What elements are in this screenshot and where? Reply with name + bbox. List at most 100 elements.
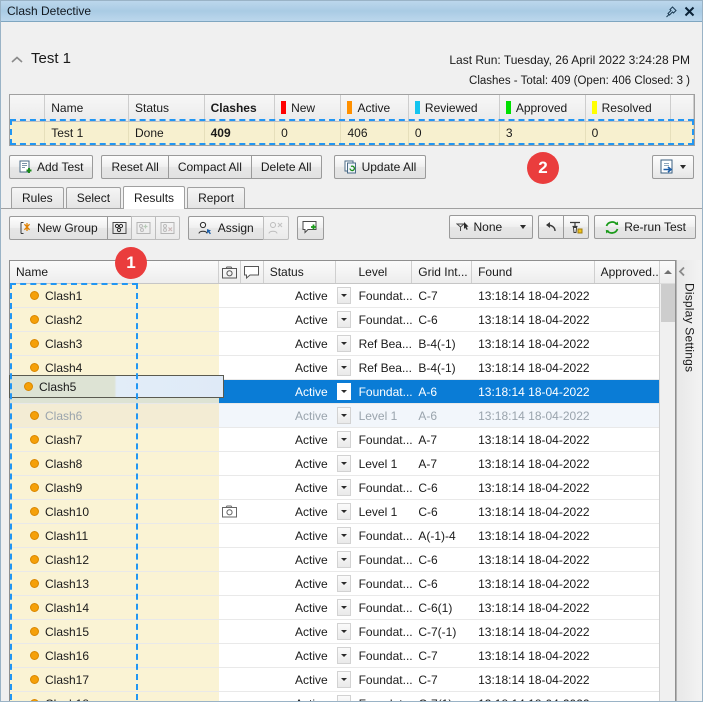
chevron-down-icon[interactable]	[337, 311, 351, 328]
cell-found[interactable]: 13:18:14 18-04-2022	[472, 524, 595, 547]
cell-name[interactable]: Clash10	[10, 500, 219, 523]
tests-table-row[interactable]: Test 1Done4090406030	[10, 121, 694, 145]
cell-camera[interactable]	[219, 452, 241, 475]
status-dropdown-button[interactable]	[336, 572, 353, 595]
chevron-down-icon[interactable]	[337, 575, 351, 592]
cell-name[interactable]: Clash6	[10, 404, 219, 427]
chevron-left-icon[interactable]	[677, 266, 702, 277]
scrollbar-thumb[interactable]	[661, 284, 675, 322]
close-icon[interactable]	[680, 3, 698, 19]
new-group-button[interactable]: New Group	[9, 216, 108, 240]
tests-cell[interactable]	[671, 121, 694, 145]
update-all-button[interactable]: Update All	[334, 155, 427, 179]
cell-status[interactable]: Active	[264, 548, 336, 571]
tab-select[interactable]: Select	[66, 187, 121, 208]
cell-name[interactable]: Clash12	[10, 548, 219, 571]
tests-column-header-name[interactable]: Name	[45, 95, 129, 121]
cell-status[interactable]: Active	[264, 284, 336, 307]
cell-comment[interactable]	[241, 356, 263, 379]
cell-camera[interactable]	[219, 308, 241, 331]
tab-rules[interactable]: Rules	[11, 187, 64, 208]
chevron-down-icon[interactable]	[337, 407, 351, 424]
cell-level[interactable]: Ref Bea...	[353, 332, 413, 355]
table-row[interactable]: Clash1ActiveFoundat...C-713:18:14 18-04-…	[10, 284, 675, 308]
table-row[interactable]: Clash17ActiveFoundat...C-713:18:14 18-04…	[10, 668, 675, 692]
group-selection-button[interactable]	[107, 216, 132, 240]
scroll-up-button[interactable]	[660, 261, 675, 284]
cell-grid-intersection[interactable]: C-7	[412, 644, 472, 667]
cell-found[interactable]: 13:18:14 18-04-2022	[472, 356, 595, 379]
cell-comment[interactable]	[241, 524, 263, 547]
cell-level[interactable]: Level 1	[353, 404, 413, 427]
reset-all-button[interactable]: Reset All	[101, 155, 168, 179]
cell-camera[interactable]	[219, 524, 241, 547]
cell-status[interactable]: Active	[264, 572, 336, 595]
cell-found[interactable]: 13:18:14 18-04-2022	[472, 500, 595, 523]
chevron-down-icon[interactable]	[337, 287, 351, 304]
cell-name[interactable]: Clash1	[10, 284, 219, 307]
cell-level[interactable]: Level 1	[353, 500, 413, 523]
cell-found[interactable]: 13:18:14 18-04-2022	[472, 308, 595, 331]
cell-camera[interactable]	[219, 668, 241, 691]
cell-status[interactable]: Active	[264, 356, 336, 379]
cell-camera[interactable]	[219, 500, 241, 523]
status-dropdown-button[interactable]	[336, 596, 353, 619]
cell-comment[interactable]	[241, 692, 263, 702]
cell-comment[interactable]	[241, 548, 263, 571]
cell-found[interactable]: 13:18:14 18-04-2022	[472, 380, 595, 403]
export-report-button[interactable]	[652, 155, 694, 179]
cell-status[interactable]: Active	[264, 332, 336, 355]
cell-found[interactable]: 13:18:14 18-04-2022	[472, 596, 595, 619]
cell-comment[interactable]	[241, 452, 263, 475]
cell-grid-intersection[interactable]: C-7(1)	[412, 692, 472, 702]
cell-grid-intersection[interactable]: A(-1)-4	[412, 524, 472, 547]
cell-grid-intersection[interactable]: C-6	[412, 572, 472, 595]
tests-cell[interactable]: 0	[408, 121, 499, 145]
cell-status[interactable]: Active	[264, 428, 336, 451]
table-row[interactable]: Clash10ActiveLevel 1C-613:18:14 18-04-20…	[10, 500, 675, 524]
status-dropdown-button[interactable]	[336, 620, 353, 643]
chevron-down-icon[interactable]	[337, 623, 351, 640]
table-row[interactable]: Clash18ActiveFoundat...C-7(1)13:18:14 18…	[10, 692, 675, 702]
cell-comment[interactable]	[241, 428, 263, 451]
status-dropdown-button[interactable]	[336, 452, 353, 475]
tests-cell[interactable]: 406	[341, 121, 408, 145]
cell-found[interactable]: 13:18:14 18-04-2022	[472, 452, 595, 475]
tests-column-header-clashes[interactable]: Clashes	[204, 95, 274, 121]
table-row[interactable]: Clash14ActiveFoundat...C-6(1)13:18:14 18…	[10, 596, 675, 620]
cell-camera[interactable]	[219, 476, 241, 499]
cell-comment[interactable]	[241, 380, 263, 403]
status-dropdown-button[interactable]	[336, 308, 353, 331]
tests-column-header-approved[interactable]: Approved	[499, 95, 585, 121]
cell-level[interactable]: Level 1	[353, 452, 413, 475]
cell-name[interactable]: Clash15	[10, 620, 219, 643]
status-dropdown-button[interactable]	[336, 524, 353, 547]
table-row[interactable]: Clash15ActiveFoundat...C-7(-1)13:18:14 1…	[10, 620, 675, 644]
cell-status[interactable]: Active	[264, 404, 336, 427]
cell-camera[interactable]	[219, 620, 241, 643]
chevron-down-icon[interactable]	[337, 455, 351, 472]
cell-camera[interactable]	[219, 332, 241, 355]
cell-grid-intersection[interactable]: A-6	[412, 404, 472, 427]
cell-found[interactable]: 13:18:14 18-04-2022	[472, 572, 595, 595]
cell-grid-intersection[interactable]: B-4(-1)	[412, 332, 472, 355]
table-row[interactable]: Clash3ActiveRef Bea...B-4(-1)13:18:14 18…	[10, 332, 675, 356]
cell-comment[interactable]	[241, 620, 263, 643]
cell-comment[interactable]	[241, 404, 263, 427]
table-row[interactable]: Clash11ActiveFoundat...A(-1)-413:18:14 1…	[10, 524, 675, 548]
status-dropdown-button[interactable]	[336, 692, 353, 702]
chevron-down-icon[interactable]	[337, 551, 351, 568]
pin-icon[interactable]	[662, 3, 680, 19]
cell-name[interactable]: Clash13	[10, 572, 219, 595]
cell-name[interactable]: Clash3	[10, 332, 219, 355]
status-dropdown-button[interactable]	[336, 548, 353, 571]
status-dropdown-button[interactable]	[336, 332, 353, 355]
status-dropdown-button[interactable]	[336, 476, 353, 499]
add-test-button[interactable]: Add Test	[9, 155, 93, 179]
cell-level[interactable]: Ref Bea...	[353, 356, 413, 379]
cell-camera[interactable]	[219, 284, 241, 307]
cell-status[interactable]: Active	[264, 620, 336, 643]
cell-comment[interactable]	[241, 500, 263, 523]
cell-level[interactable]: Foundat...	[353, 620, 413, 643]
cell-grid-intersection[interactable]: C-7	[412, 284, 472, 307]
